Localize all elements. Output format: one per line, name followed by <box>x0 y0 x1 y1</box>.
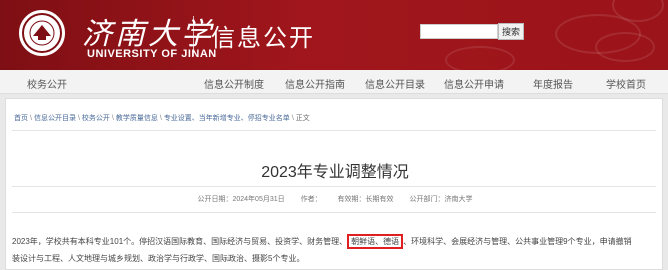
author: 作者： <box>300 196 322 203</box>
search-input[interactable] <box>420 24 498 39</box>
breadcrumb-separator: \ <box>111 115 114 122</box>
article-meta: 公开日期：2024年05月31日 作者： 有效期：长期有效 公开部门：济南大学 <box>6 194 664 204</box>
breadcrumb-school-affairs[interactable]: 校务公开 <box>82 115 110 122</box>
article-title: 2023年专业调整情况 <box>261 164 409 181</box>
page: 济南大学 UNIVERSITY OF JINAN 信息公开 搜索 校务公开 信息… <box>0 0 668 270</box>
logo-divider <box>193 16 194 56</box>
nav-item-disclosure-request[interactable]: 信息公开申请 <box>444 76 504 91</box>
nav-item-disclosure-guide[interactable]: 信息公开指南 <box>285 76 345 91</box>
divider <box>12 186 656 187</box>
nav-item-disclosure-catalog[interactable]: 信息公开目录 <box>365 76 425 91</box>
university-name-en: UNIVERSITY OF JINAN <box>87 48 217 60</box>
breadcrumb-home[interactable]: 首页 <box>14 115 28 122</box>
article-body: 2023年，学校共有本科专业101个。停招汉语国际教育、国际经济与贸易、投资学、… <box>12 233 658 267</box>
breadcrumb-current: 正文 <box>295 115 310 122</box>
main-nav: 校务公开 信息公开制度 信息公开指南 信息公开目录 信息公开申请 年度报告 学校… <box>0 70 668 94</box>
nav-item-annual-report[interactable]: 年度报告 <box>533 76 573 91</box>
cloud-decoration <box>595 32 655 62</box>
department: 公开部门：济南大学 <box>409 196 473 203</box>
breadcrumb-separator: \ <box>77 115 80 122</box>
section-title: 信息公开 <box>211 25 315 52</box>
header-banner: 济南大学 UNIVERSITY OF JINAN 信息公开 搜索 <box>0 0 668 70</box>
validity: 有效期：长期有效 <box>337 196 394 203</box>
breadcrumb-separator: \ <box>30 115 32 122</box>
body-paragraph: 2023年，学校共有本科专业101个。停招汉语国际教育、国际经济与贸易、投资学、… <box>12 233 658 250</box>
divider <box>12 130 656 131</box>
nav-item-school-home[interactable]: 学校首页 <box>606 76 646 91</box>
publish-date: 公开日期：2024年05月31日 <box>197 196 285 203</box>
body-paragraph-line2: 装设计与工程、人文地理与城乡规划、政治学与行政学、国际政治、摄影5个专业。 <box>12 254 305 263</box>
search-button[interactable]: 搜索 <box>498 23 524 40</box>
body-text-part1: 2023年，学校共有本科专业101个。停招汉语国际教育、国际经济与贸易、投资学、… <box>12 237 348 246</box>
breadcrumb-separator: \ <box>159 115 162 122</box>
breadcrumb-teaching-quality[interactable]: 教学质量信息 <box>116 115 158 122</box>
content-panel: 首页 \ 信息公开目录 \ 校务公开 \ 教学质量信息 \ 专业设置、当年新增专业、停招专业名单… <box>5 98 663 270</box>
breadcrumb-major-settings[interactable]: 专业设置、当年新增专业、停招专业名单 <box>164 115 290 122</box>
nav-item-school-affairs[interactable]: 校务公开 <box>27 76 67 91</box>
breadcrumb: 首页 \ 信息公开目录 \ 校务公开 \ 教学质量信息 \ 专业设置、当年新增专业、停招专业名单… <box>14 113 310 123</box>
divider <box>12 212 656 213</box>
nav-item-disclosure-policy[interactable]: 信息公开制度 <box>204 76 264 91</box>
breadcrumb-separator: \ <box>291 115 294 122</box>
body-text-part2: 、环境科学、会展经济与管理、公共事业管理9个专业，申请撤销 <box>403 237 632 246</box>
highlighted-majors: 朝鲜语、德语 <box>347 234 404 249</box>
cloud-decoration <box>445 46 515 70</box>
university-seal-icon[interactable] <box>19 10 65 56</box>
breadcrumb-catalog[interactable]: 信息公开目录 <box>34 115 76 122</box>
university-name-cn: 济南大学 <box>82 17 214 52</box>
